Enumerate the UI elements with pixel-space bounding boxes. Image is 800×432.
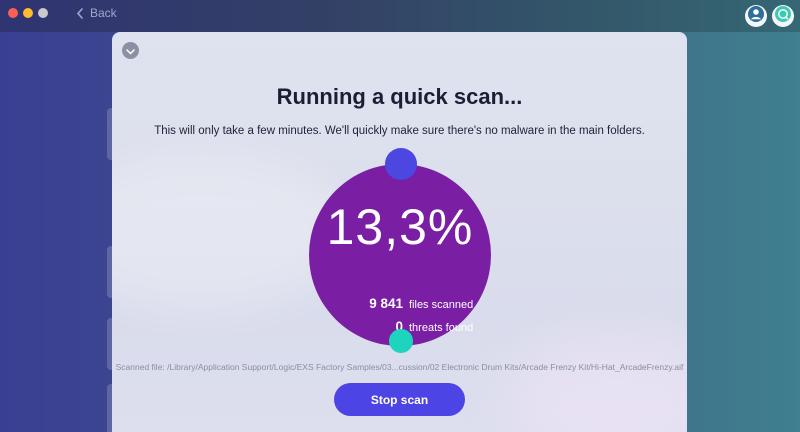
chat-icon <box>775 5 791 27</box>
user-icon <box>748 5 764 27</box>
minimize-window-button[interactable] <box>23 8 33 18</box>
scanned-file-path: Scanned file: /Library/Application Suppo… <box>115 362 684 372</box>
zoom-window-button[interactable] <box>38 8 48 18</box>
progress-circle: 13,3% 9 841 files scanned 0 threats foun… <box>309 164 491 346</box>
back-label: Back <box>90 6 117 20</box>
progress-indicator-dot <box>385 148 417 180</box>
title-bar: Back <box>0 0 800 32</box>
stop-scan-button[interactable]: Stop scan <box>334 383 465 416</box>
page-subtitle: This will only take a few minutes. We'll… <box>154 125 645 137</box>
files-scanned-stat: 9 841 files scanned <box>339 296 473 312</box>
app-window: Back Running a quick scan... This will o… <box>0 0 800 432</box>
scan-panel: Running a quick scan... This will only t… <box>112 32 687 432</box>
chevron-down-icon <box>126 42 135 60</box>
account-button[interactable] <box>745 5 767 27</box>
progress-percent: 13,3% <box>326 199 474 255</box>
threats-found-label: threats found <box>409 322 474 334</box>
collapse-button[interactable] <box>122 42 139 59</box>
assistant-button[interactable] <box>772 5 794 27</box>
close-window-button[interactable] <box>8 8 18 18</box>
files-scanned-count: 9 841 <box>369 296 403 311</box>
chevron-left-icon <box>76 7 84 19</box>
progress-end-dot <box>389 329 413 353</box>
back-button[interactable]: Back <box>76 5 117 21</box>
page-title: Running a quick scan... <box>276 84 523 109</box>
files-scanned-label: files scanned <box>409 299 474 311</box>
